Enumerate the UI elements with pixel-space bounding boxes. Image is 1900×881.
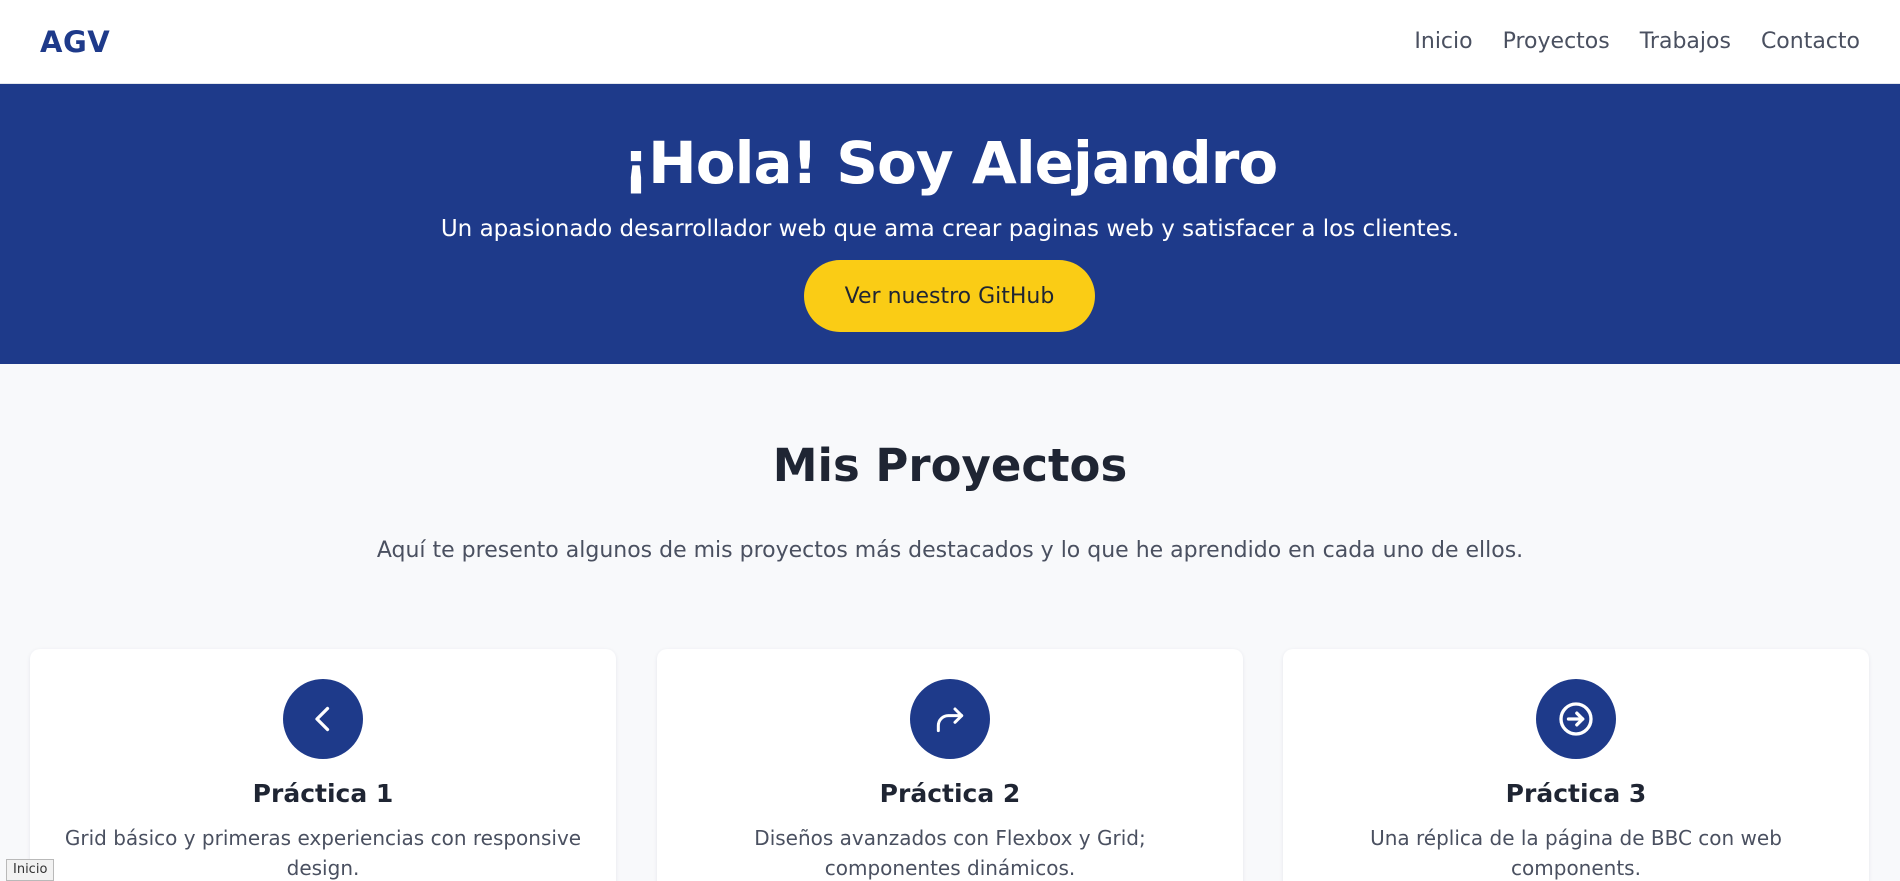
- hero-subtitle: Un apasionado desarrollador web que ama …: [440, 216, 1460, 242]
- hero-section: ¡Hola! Soy Alejandro Un apasionado desar…: [0, 84, 1900, 364]
- link-status-tooltip: Inicio: [6, 859, 55, 881]
- nav-link-proyectos[interactable]: Proyectos: [1503, 29, 1610, 54]
- chevron-left-icon: [283, 679, 363, 759]
- project-card-title: Práctica 3: [1505, 779, 1647, 808]
- project-card-title: Práctica 2: [879, 779, 1021, 808]
- project-card-1[interactable]: Práctica 1 Grid básico y primeras experi…: [30, 649, 616, 881]
- project-card-title: Práctica 1: [252, 779, 394, 808]
- project-card-description: Diseños avanzados con Flexbox y Grid; co…: [754, 826, 1146, 880]
- project-card-3[interactable]: Práctica 3 Una réplica de la página de B…: [1283, 649, 1869, 881]
- nav-link-trabajos[interactable]: Trabajos: [1640, 29, 1731, 54]
- project-card-2[interactable]: Práctica 2 Diseños avanzados con Flexbox…: [657, 649, 1243, 881]
- project-card-description: Una réplica de la página de BBC con web …: [1370, 826, 1782, 880]
- projects-intro: Aquí te presento algunos de mis proyecto…: [376, 538, 1524, 563]
- hero-title: ¡Hola! Soy Alejandro: [622, 129, 1279, 197]
- arrow-circle-right-icon: [1536, 679, 1616, 759]
- brand-logo[interactable]: AGV: [40, 25, 110, 59]
- projects-title: Mis Proyectos: [772, 439, 1128, 492]
- nav-links: Inicio Proyectos Trabajos Contacto: [1414, 29, 1860, 54]
- share-arrow-icon: [910, 679, 990, 759]
- navbar: AGV Inicio Proyectos Trabajos Contacto: [0, 0, 1900, 84]
- github-button[interactable]: Ver nuestro GitHub: [804, 260, 1095, 332]
- project-card-description: Grid básico y primeras experiencias con …: [64, 826, 582, 880]
- nav-link-contacto[interactable]: Contacto: [1761, 29, 1860, 54]
- nav-link-inicio[interactable]: Inicio: [1414, 29, 1472, 54]
